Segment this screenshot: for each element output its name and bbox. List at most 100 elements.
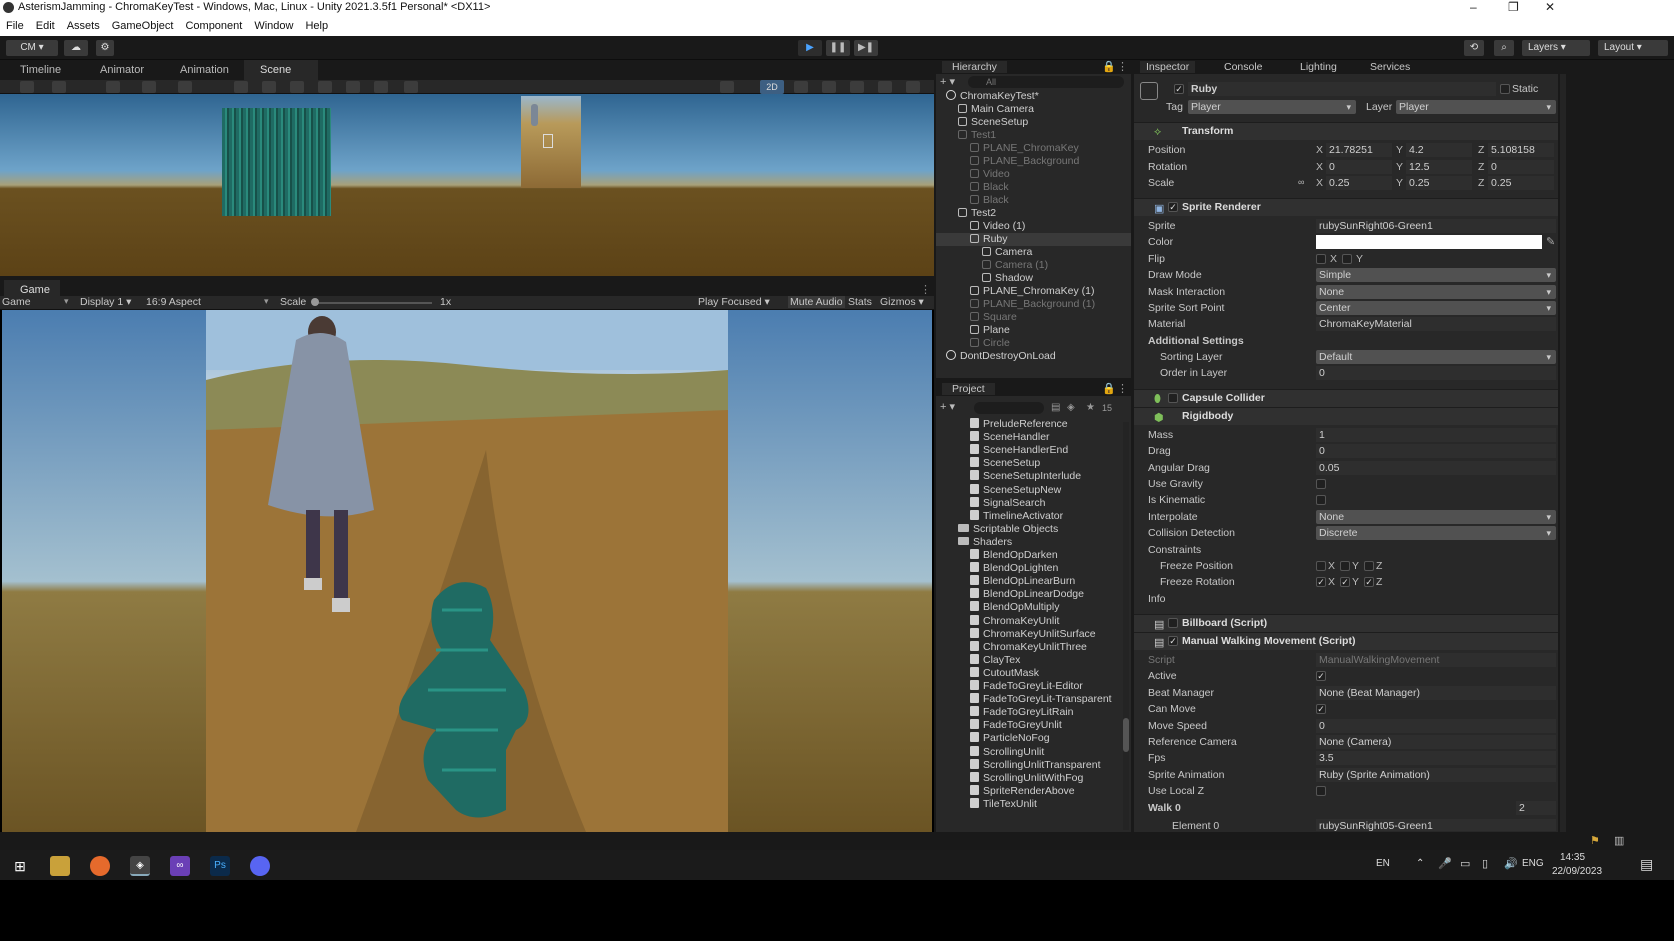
- static-checkbox[interactable]: [1500, 84, 1510, 94]
- sprite-animation-field[interactable]: Ruby (Sprite Animation): [1316, 768, 1556, 782]
- tab-scene[interactable]: Scene: [244, 60, 318, 80]
- color-swatch[interactable]: [1316, 235, 1542, 249]
- tab-timeline[interactable]: Timeline: [4, 60, 84, 80]
- custom-tool-icon[interactable]: [404, 81, 418, 93]
- move-speed-field[interactable]: 0: [1316, 719, 1556, 733]
- mode-2d-toggle[interactable]: 2D: [760, 80, 784, 94]
- position-x-field[interactable]: 21.78251: [1326, 143, 1392, 157]
- eyedropper-icon[interactable]: ✎: [1546, 235, 1555, 248]
- scale-slider-handle[interactable]: [311, 298, 319, 306]
- layers-dropdown[interactable]: Layers ▾: [1522, 40, 1590, 56]
- beat-manager-field[interactable]: None (Beat Manager): [1316, 686, 1556, 700]
- hierarchy-item[interactable]: Test2: [936, 207, 1131, 220]
- constrain-scale-icon[interactable]: ∞: [1298, 177, 1304, 187]
- walk-0-foldout[interactable]: Walk 0: [1148, 802, 1181, 814]
- close-button[interactable]: ✕: [1545, 0, 1555, 14]
- is-kinematic-checkbox[interactable]: [1316, 495, 1326, 505]
- aspect-dropdown[interactable]: 16:9 Aspect: [146, 296, 201, 308]
- project-search-input[interactable]: [974, 402, 1044, 414]
- lighting-toggle-icon[interactable]: [794, 81, 808, 93]
- object-name-field[interactable]: Ruby: [1188, 82, 1496, 96]
- hierarchy-item[interactable]: PLANE_Background (1): [936, 298, 1131, 311]
- mask-interaction-dropdown[interactable]: None: [1316, 285, 1556, 299]
- network-icon[interactable]: ▯: [1482, 857, 1488, 870]
- freeze-rot-z[interactable]: ✓: [1364, 577, 1374, 587]
- label-icon[interactable]: ◈: [1067, 402, 1075, 413]
- project-item[interactable]: TimelineActivator: [936, 509, 1063, 523]
- capsule-enabled[interactable]: [1168, 393, 1178, 403]
- sorting-layer-dropdown[interactable]: Default: [1316, 350, 1556, 364]
- rotate-tool-icon[interactable]: [290, 81, 304, 93]
- flip-x-checkbox[interactable]: [1316, 254, 1326, 264]
- menu-assets[interactable]: Assets: [67, 16, 100, 36]
- increment-snap-icon[interactable]: [142, 81, 156, 93]
- active-toggle[interactable]: ✓: [1316, 671, 1326, 681]
- active-checkbox[interactable]: ✓: [1174, 84, 1184, 94]
- use-local-z-toggle[interactable]: [1316, 786, 1326, 796]
- add-object-button[interactable]: + ▾: [940, 75, 955, 88]
- game-view-dropdown[interactable]: Game: [2, 296, 31, 308]
- hierarchy-item[interactable]: PLANE_ChromaKey (1): [936, 285, 1131, 298]
- hierarchy-item[interactable]: Black: [936, 181, 1131, 194]
- project-item[interactable]: Shaders: [936, 536, 1012, 549]
- project-item[interactable]: FadeToGreyLitRain: [936, 706, 1073, 719]
- rect-tool-icon[interactable]: [346, 81, 360, 93]
- project-item[interactable]: SceneSetupInterlude: [936, 470, 1081, 483]
- hierarchy-item[interactable]: PLANE_Background: [936, 155, 1131, 168]
- project-item[interactable]: FadeToGreyLit-Editor: [936, 680, 1083, 693]
- hierarchy-item[interactable]: Circle: [936, 337, 1131, 350]
- hierarchy-item[interactable]: Square: [936, 311, 1131, 324]
- menu-edit[interactable]: Edit: [36, 16, 55, 36]
- play-button[interactable]: ▶: [798, 40, 822, 56]
- project-item[interactable]: ParticleNoFog: [936, 732, 1050, 745]
- step-button[interactable]: ▶❚: [854, 40, 878, 56]
- sprite-field[interactable]: rubySunRight06-Green1: [1316, 219, 1556, 233]
- hand-tool-icon[interactable]: [234, 81, 248, 93]
- collision-detection-dropdown[interactable]: Discrete: [1316, 526, 1556, 540]
- scale-z-field[interactable]: 0.25: [1488, 176, 1554, 190]
- info-foldout[interactable]: Info: [1148, 593, 1166, 605]
- menu-gameobject[interactable]: GameObject: [112, 16, 174, 36]
- visual-studio-icon[interactable]: ∞: [170, 856, 190, 876]
- tab-inspector[interactable]: Inspector: [1140, 61, 1196, 73]
- audio-toggle-icon[interactable]: [822, 81, 836, 93]
- project-menu-icon[interactable]: ⋮: [1117, 382, 1128, 395]
- tab-services[interactable]: Services: [1370, 61, 1410, 73]
- camera-icon[interactable]: [906, 81, 920, 93]
- project-scrollbar[interactable]: [1123, 422, 1129, 830]
- project-item[interactable]: ChromaKeyUnlitSurface: [936, 627, 1096, 641]
- rigidbody-header[interactable]: ⬢ Rigidbody: [1134, 407, 1558, 425]
- volume-icon[interactable]: 🔊: [1504, 857, 1518, 870]
- pause-button[interactable]: ❚❚: [826, 40, 850, 56]
- effects-toggle-icon[interactable]: [850, 81, 864, 93]
- project-item[interactable]: BlendOpLinearDodge: [936, 588, 1084, 601]
- clock-time[interactable]: 14:35: [1560, 852, 1585, 863]
- sort-point-dropdown[interactable]: Center: [1316, 301, 1556, 315]
- freeze-pos-z[interactable]: [1364, 561, 1374, 571]
- tag-dropdown[interactable]: Player: [1188, 100, 1356, 114]
- hierarchy-search-input[interactable]: All: [968, 76, 1124, 88]
- sprite-renderer-enabled[interactable]: ✓: [1168, 202, 1178, 212]
- scale-y-field[interactable]: 0.25: [1406, 176, 1472, 190]
- maximize-button[interactable]: ❐: [1508, 0, 1519, 14]
- project-item[interactable]: SceneSetup: [936, 457, 1040, 470]
- hierarchy-item[interactable]: DontDestroyOnLoad: [936, 350, 1131, 363]
- constraints-foldout[interactable]: Constraints: [1148, 544, 1201, 556]
- walking-header[interactable]: ▤ ✓ Manual Walking Movement (Script): [1134, 632, 1558, 650]
- freeze-rot-y[interactable]: ✓: [1340, 577, 1350, 587]
- hierarchy-item[interactable]: Video (1): [936, 220, 1131, 233]
- tab-console[interactable]: Console: [1224, 61, 1263, 73]
- order-in-layer-field[interactable]: 0: [1316, 366, 1556, 380]
- photoshop-icon[interactable]: Ps: [210, 856, 230, 876]
- search-icon[interactable]: ⌕: [1494, 40, 1514, 56]
- rotation-y-field[interactable]: 12.5: [1406, 160, 1472, 174]
- shading-mode-icon[interactable]: [720, 81, 734, 93]
- project-item[interactable]: SceneHandlerEnd: [936, 444, 1068, 457]
- hierarchy-item[interactable]: SceneSetup: [936, 116, 1131, 129]
- walking-enabled[interactable]: ✓: [1168, 636, 1178, 646]
- element-0-field[interactable]: rubySunRight05-Green1: [1316, 819, 1556, 831]
- hierarchy-item[interactable]: Shadow: [936, 272, 1131, 285]
- ime-indicator[interactable]: ENG: [1522, 858, 1544, 869]
- tab-lighting[interactable]: Lighting: [1300, 61, 1337, 73]
- unity-icon[interactable]: ◈: [130, 856, 150, 876]
